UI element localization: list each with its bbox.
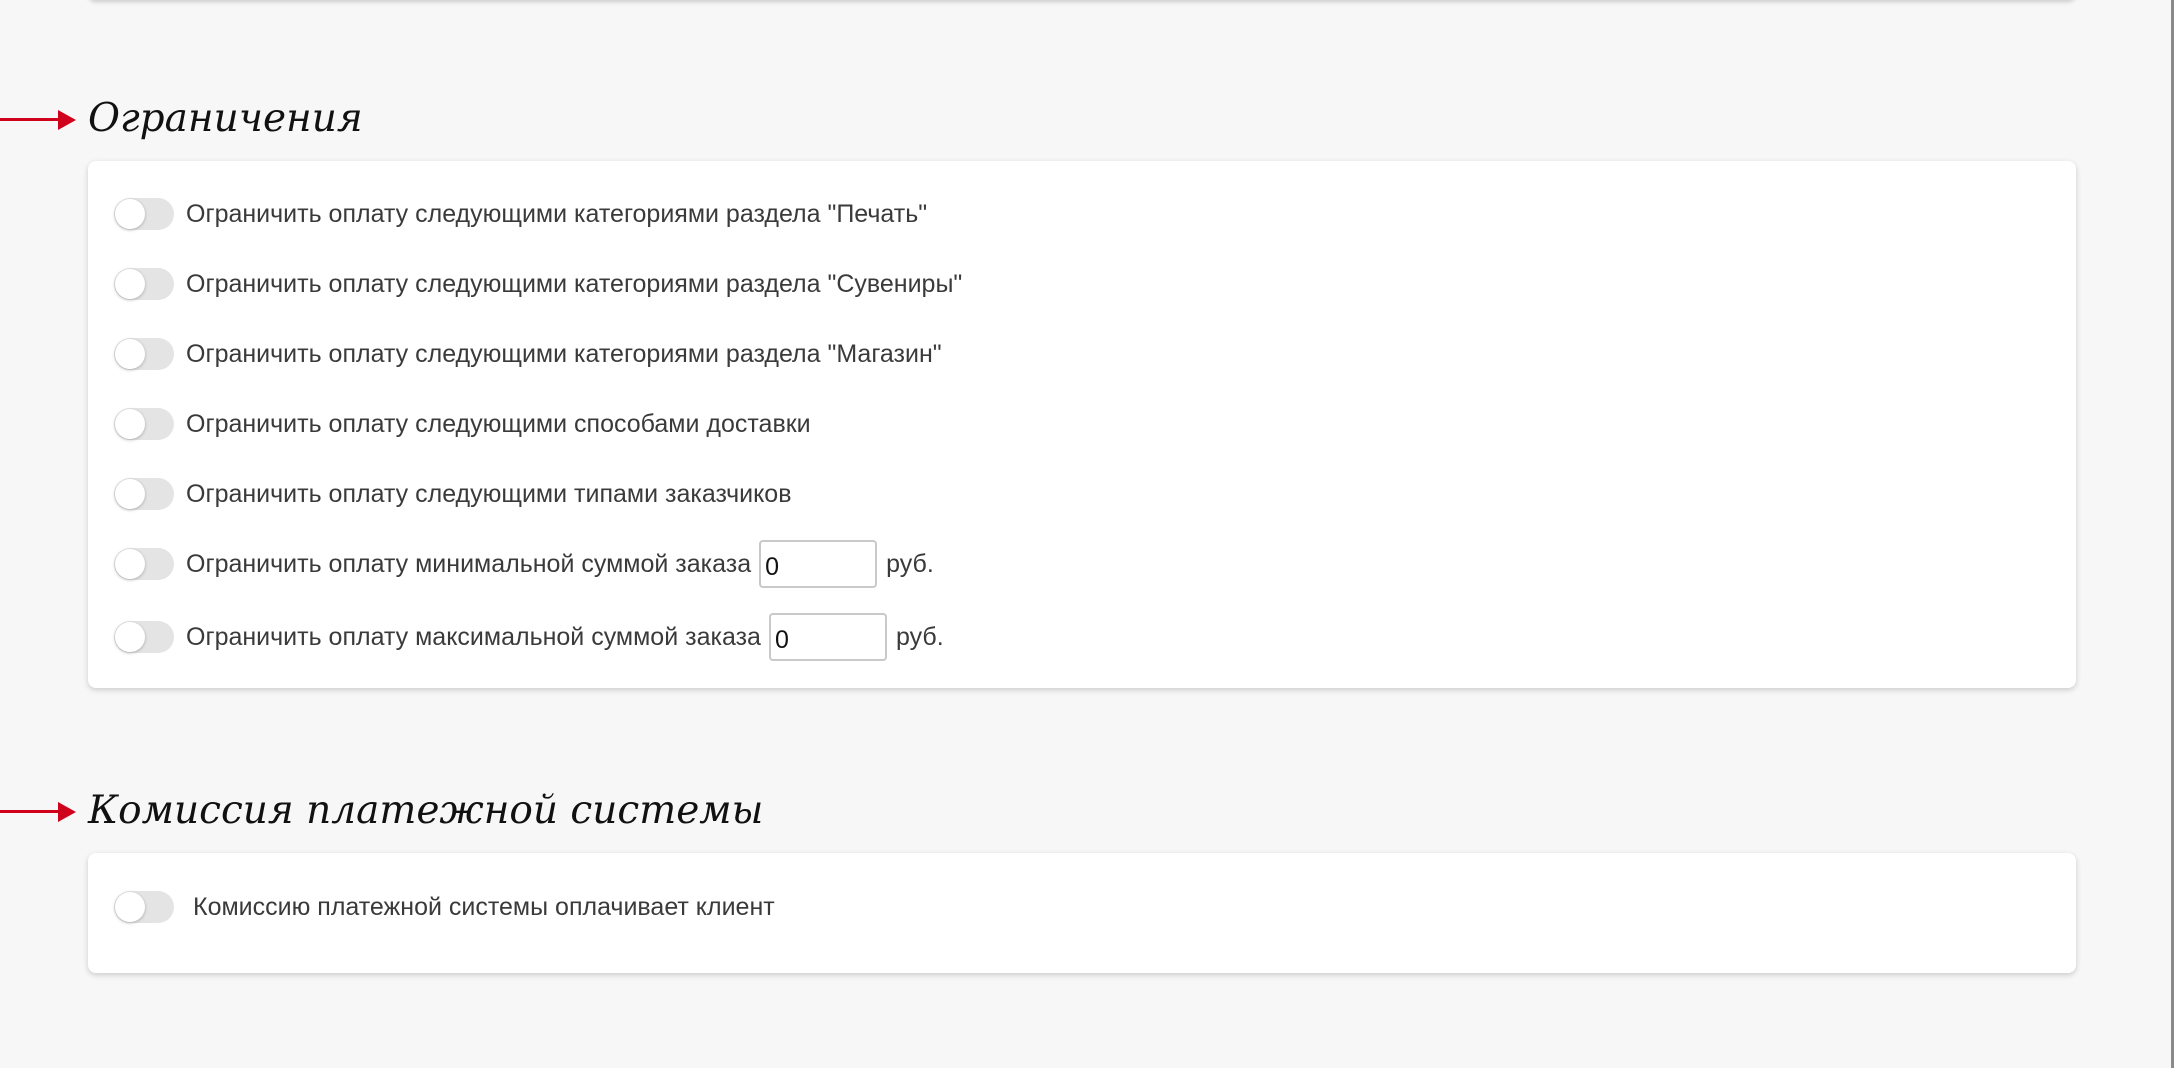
restrict-souvenirs-row: Ограничить оплату следующими категориями… <box>114 264 962 304</box>
toggle-knob <box>115 409 145 439</box>
toggle-knob <box>115 199 145 229</box>
restrict-delivery-row: Ограничить оплату следующими способами д… <box>114 404 811 444</box>
restrict-delivery-label: Ограничить оплату следующими способами д… <box>186 409 811 438</box>
toggle-knob <box>115 549 145 579</box>
restrict-print-label: Ограничить оплату следующими категориями… <box>186 199 928 228</box>
restrict-max-amount-toggle[interactable] <box>114 621 174 653</box>
restrict-min-amount-row: Ограничить оплату минимальной суммой зак… <box>114 540 934 588</box>
commission-client-pays-label: Комиссию платежной системы оплачивает кл… <box>193 892 775 921</box>
restrict-shop-label: Ограничить оплату следующими категориями… <box>186 339 942 368</box>
toggle-knob <box>115 339 145 369</box>
restrict-souvenirs-toggle[interactable] <box>114 268 174 300</box>
restrictions-card: Ограничить оплату следующими категориями… <box>88 161 2076 688</box>
toggle-knob <box>115 269 145 299</box>
commission-client-pays-toggle[interactable] <box>114 891 174 923</box>
restrictions-heading: Ограничения <box>88 96 363 141</box>
restrict-delivery-toggle[interactable] <box>114 408 174 440</box>
arrow-shaft <box>0 810 60 813</box>
restrict-min-amount-toggle[interactable] <box>114 548 174 580</box>
restrict-print-toggle[interactable] <box>114 198 174 230</box>
arrow-shaft <box>0 118 60 121</box>
restrict-customer-types-row: Ограничить оплату следующими типами зака… <box>114 474 791 514</box>
section-marker-arrow <box>0 110 76 130</box>
restrict-souvenirs-label: Ограничить оплату следующими категориями… <box>186 269 963 298</box>
max-amount-input[interactable] <box>768 613 887 661</box>
arrow-head <box>58 110 76 130</box>
toggle-knob <box>115 622 145 652</box>
min-amount-input[interactable] <box>759 540 878 588</box>
section-marker-arrow <box>0 802 76 822</box>
toggle-knob <box>115 479 145 509</box>
restrict-customer-types-toggle[interactable] <box>114 478 174 510</box>
restrict-shop-toggle[interactable] <box>114 338 174 370</box>
min-amount-unit: руб. <box>886 549 934 578</box>
toggle-knob <box>115 892 145 922</box>
restrict-shop-row: Ограничить оплату следующими категориями… <box>114 334 942 374</box>
commission-card: Комиссию платежной системы оплачивает кл… <box>88 853 2076 973</box>
max-amount-unit: руб. <box>895 622 944 651</box>
restrict-max-amount-row: Ограничить оплату максимальной суммой за… <box>114 613 944 661</box>
restrict-min-amount-label: Ограничить оплату минимальной суммой зак… <box>186 549 752 578</box>
commission-heading: Комиссия платежной системы <box>88 788 764 833</box>
commission-client-pays-row: Комиссию платежной системы оплачивает кл… <box>114 887 775 927</box>
restrict-max-amount-label: Ограничить оплату максимальной суммой за… <box>186 622 761 651</box>
restrict-print-row: Ограничить оплату следующими категориями… <box>114 194 927 234</box>
restrict-customer-types-label: Ограничить оплату следующими типами зака… <box>186 479 792 508</box>
arrow-head <box>58 802 76 822</box>
